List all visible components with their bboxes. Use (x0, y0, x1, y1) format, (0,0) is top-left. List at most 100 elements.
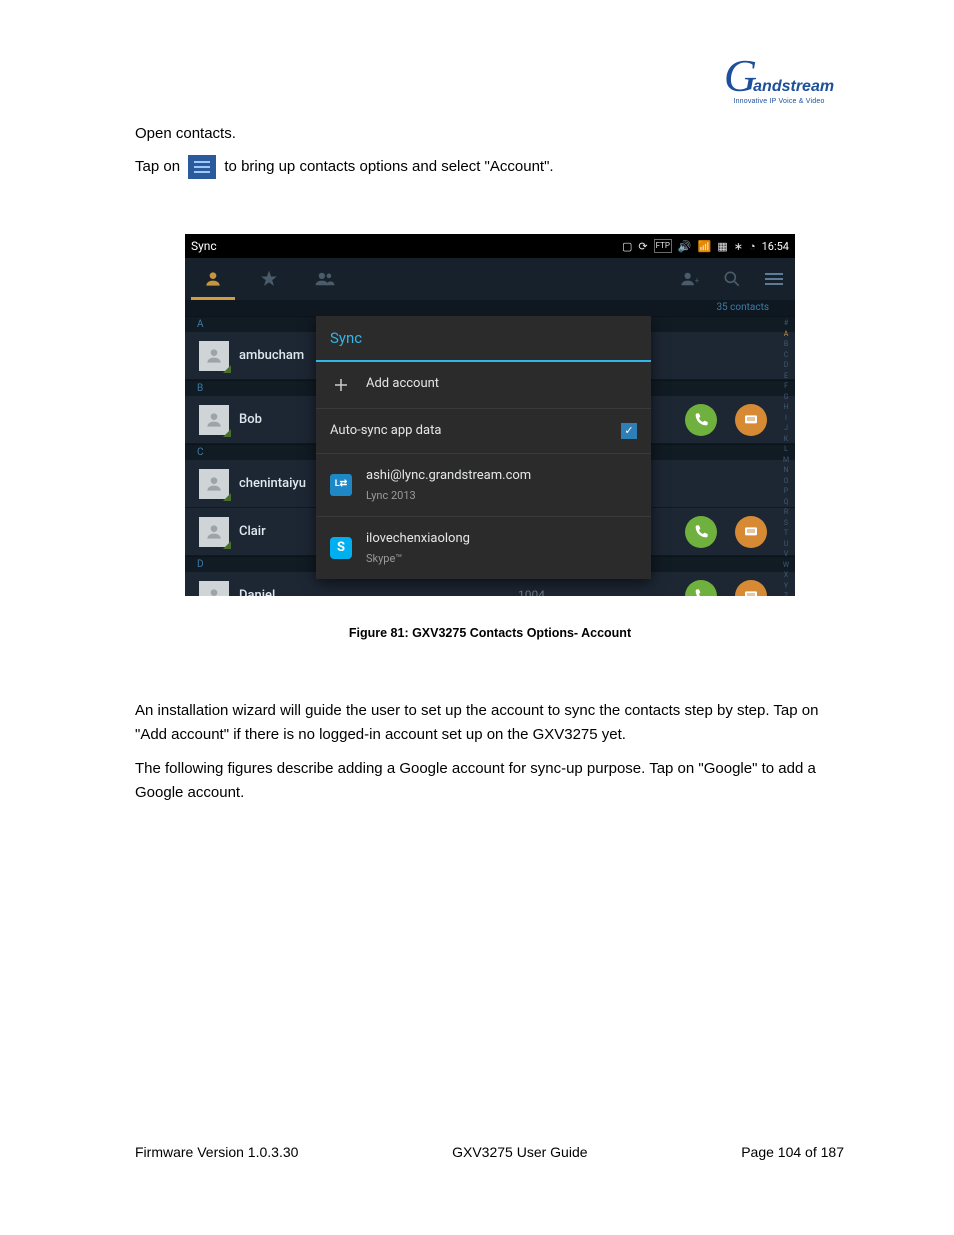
alpha-index[interactable]: #ABCDEFGHIJKLMNOPQRSTUVWXYZ (779, 316, 793, 596)
alpha-letter[interactable]: G (779, 392, 793, 403)
menu-button[interactable] (753, 258, 795, 300)
intro-line-2a: Tap on (135, 158, 184, 175)
autosync-label: Auto-sync app data (330, 421, 607, 441)
brand-tagline: Innovative IP Voice & Video (714, 98, 844, 105)
alpha-letter[interactable]: X (779, 570, 793, 581)
alpha-letter[interactable]: E (779, 371, 793, 382)
contacts-count: 35 contacts (185, 300, 795, 316)
add-account-item[interactable]: Add account (316, 362, 651, 409)
call-button[interactable] (685, 404, 717, 436)
statusbar-icons: ▢ ⟳ FTP 🔊 📶 ▦ ∗ ◔ 16:54 (622, 238, 789, 255)
figure-caption: Figure 81: GXV3275 Contacts Options- Acc… (135, 624, 845, 643)
alpha-letter[interactable]: Q (779, 497, 793, 508)
alpha-letter[interactable]: R (779, 507, 793, 518)
svg-text:+: + (695, 276, 700, 285)
avatar (199, 517, 229, 547)
volume-icon: 🔊 (678, 238, 692, 255)
avatar (199, 405, 229, 435)
picture-icon: ▢ (622, 238, 632, 255)
alpha-letter[interactable]: L (779, 444, 793, 455)
account-provider: Lync 2013 (366, 487, 637, 504)
footer-version: Firmware Version 1.0.3.30 (135, 1144, 298, 1160)
alpha-letter[interactable]: K (779, 434, 793, 445)
contact-number: 1004 (518, 586, 545, 596)
alpha-letter[interactable]: M (779, 455, 793, 466)
skype-icon: S (330, 537, 352, 559)
alpha-letter[interactable]: A (779, 329, 793, 340)
body-paragraph-1: An installation wizard will guide the us… (135, 699, 845, 747)
message-icon (743, 524, 759, 540)
avatar (199, 581, 229, 597)
account-item-skype[interactable]: S ilovechenxiaolong Skype™ (316, 517, 651, 579)
search-button[interactable] (711, 258, 753, 300)
message-button[interactable] (735, 580, 767, 597)
star-icon (259, 269, 279, 289)
screenshot: Sync ▢ ⟳ FTP 🔊 📶 ▦ ∗ ◔ 16:54 (185, 234, 795, 596)
alpha-letter[interactable]: H (779, 402, 793, 413)
footer-page: Page 104 of 187 (741, 1144, 844, 1160)
alpha-letter[interactable]: I (779, 413, 793, 424)
alpha-letter[interactable]: J (779, 423, 793, 434)
intro-line-1: Open contacts. (135, 122, 845, 145)
tab-favorites[interactable] (241, 258, 297, 300)
call-button[interactable] (685, 516, 717, 548)
alpha-letter[interactable]: S (779, 518, 793, 529)
footer-title: GXV3275 User Guide (452, 1144, 587, 1160)
alpha-letter[interactable]: Z (779, 591, 793, 596)
sync-icon: ⟳ (638, 238, 647, 255)
alpha-letter[interactable]: T (779, 528, 793, 539)
alpha-letter[interactable]: # (779, 318, 793, 329)
brand-logo: Gandstream Innovative IP Voice & Video (714, 60, 844, 105)
contact-name: Daniel (239, 586, 518, 597)
alpha-letter[interactable]: C (779, 350, 793, 361)
alarm-icon: ◔ (749, 238, 756, 255)
alpha-letter[interactable]: U (779, 539, 793, 550)
alpha-letter[interactable]: F (779, 381, 793, 392)
intro-line-2: Tap on to bring up contacts options and … (135, 155, 845, 179)
body-text: An installation wizard will guide the us… (135, 699, 845, 805)
alpha-letter[interactable]: V (779, 549, 793, 560)
sync-popup: Sync Add account Auto-sync app data ✓ L⇄… (316, 316, 651, 579)
message-icon (743, 412, 759, 428)
call-button[interactable] (685, 580, 717, 597)
alpha-letter[interactable]: D (779, 360, 793, 371)
account-name: ilovechenxiaolong (366, 529, 637, 549)
account-name: ashi@lync.grandstream.com (366, 466, 637, 486)
tab-contacts[interactable] (185, 258, 241, 300)
body-paragraph-2: The following figures describe adding a … (135, 757, 845, 805)
signal-icon: ▦ (717, 238, 727, 255)
ftp-icon: FTP (654, 239, 672, 253)
page-footer: Firmware Version 1.0.3.30 GXV3275 User G… (135, 1144, 844, 1160)
phone-icon (693, 588, 709, 597)
alpha-letter[interactable]: P (779, 486, 793, 497)
alpha-letter[interactable]: B (779, 339, 793, 350)
tab-bar: + (185, 258, 795, 300)
search-icon (722, 269, 742, 289)
account-provider: Skype™ (366, 550, 637, 567)
alpha-letter[interactable]: N (779, 465, 793, 476)
popup-title: Sync (316, 316, 651, 361)
tab-groups[interactable] (297, 258, 353, 300)
lync-icon: L⇄ (330, 474, 352, 496)
message-button[interactable] (735, 516, 767, 548)
alpha-letter[interactable]: W (779, 560, 793, 571)
add-contact-button[interactable]: + (669, 258, 711, 300)
alpha-letter[interactable]: O (779, 476, 793, 487)
checkbox-checked-icon[interactable]: ✓ (621, 423, 637, 439)
intro-line-2b: to bring up contacts options and select … (224, 158, 553, 175)
person-icon (203, 269, 223, 289)
network-icon: 📶 (698, 238, 712, 255)
statusbar-time: 16:54 (762, 238, 789, 255)
phone-icon (693, 412, 709, 428)
group-icon (314, 269, 336, 289)
alpha-letter[interactable]: Y (779, 581, 793, 592)
message-button[interactable] (735, 404, 767, 436)
brand-name: andstream (753, 78, 834, 95)
autosync-item[interactable]: Auto-sync app data ✓ (316, 409, 651, 454)
statusbar-title: Sync (191, 237, 622, 256)
contacts-list: A ambucham B Bob (185, 316, 795, 596)
add-account-label: Add account (366, 374, 637, 394)
menu-icon (188, 155, 216, 179)
status-bar: Sync ▢ ⟳ FTP 🔊 📶 ▦ ∗ ◔ 16:54 (185, 234, 795, 258)
account-item-lync[interactable]: L⇄ ashi@lync.grandstream.com Lync 2013 (316, 454, 651, 517)
